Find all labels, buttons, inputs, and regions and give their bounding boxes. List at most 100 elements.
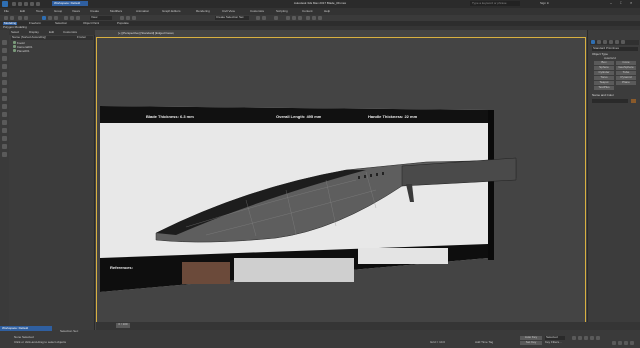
move-icon[interactable]	[64, 16, 68, 20]
viewport[interactable]: [+] [Perspective] [Standard] [Edged Face…	[96, 30, 586, 322]
ribbon-tab-object-paint[interactable]: Object Paint	[83, 22, 99, 25]
name-color-rollout[interactable]: Name and Color	[592, 94, 614, 97]
explorer-filter-xrefs-icon[interactable]	[2, 112, 7, 117]
select-by-name-icon[interactable]	[48, 16, 52, 20]
explorer-filter-helpers-icon[interactable]	[2, 88, 7, 93]
maximize-button[interactable]: □	[620, 1, 622, 5]
scene-explorer-tab-customize[interactable]: Customize	[63, 31, 77, 34]
hierarchy-tab-icon[interactable]	[603, 40, 607, 44]
utilities-tab-icon[interactable]	[621, 40, 625, 44]
mirror-icon[interactable]	[256, 16, 260, 20]
go-to-end-icon[interactable]	[596, 336, 600, 340]
box-button[interactable]: Box	[594, 61, 614, 65]
torus-button[interactable]: Torus	[594, 76, 614, 80]
pyramid-button[interactable]: Pyramid	[616, 76, 636, 80]
workspace-selector[interactable]: Workspace: Default	[0, 326, 52, 331]
explorer-filter-groups-icon[interactable]	[2, 104, 7, 109]
search-input[interactable]: Type a keyword or phrase	[470, 1, 520, 6]
redo-toolbar-icon[interactable]	[10, 16, 14, 20]
menu-item-group[interactable]: Group	[54, 10, 62, 13]
close-button[interactable]: ×	[630, 1, 632, 5]
object-type-rollout[interactable]: Object Type	[592, 53, 608, 56]
orbit-icon[interactable]	[624, 341, 628, 345]
scene-explorer-header[interactable]: Name (Sorted Ascending) Frozen	[11, 36, 93, 40]
percent-snap-icon[interactable]	[132, 16, 136, 20]
selection-set-dropdown[interactable]: Create Selection Set	[215, 16, 249, 20]
minimize-button[interactable]: –	[610, 1, 612, 5]
explorer-find-icon[interactable]	[2, 152, 7, 157]
workspace-dropdown[interactable]: Workspace: Default	[52, 1, 88, 6]
name-column-header[interactable]: Name (Sorted Ascending)	[12, 36, 46, 39]
menu-item-modifiers[interactable]: Modifiers	[110, 10, 122, 13]
add-time-tag-button[interactable]: Add Time Tag	[475, 341, 493, 344]
scene-explorer-tab-edit[interactable]: Edit	[49, 31, 54, 34]
snap-toggle-icon[interactable]	[120, 16, 124, 20]
rotate-icon[interactable]	[70, 16, 74, 20]
play-icon[interactable]	[584, 336, 588, 340]
new-file-icon[interactable]	[12, 2, 16, 6]
ribbon-tab-modeling[interactable]: Modeling	[3, 22, 18, 26]
undo-toolbar-icon[interactable]	[4, 16, 8, 20]
menu-item-file[interactable]: File	[4, 10, 9, 13]
menu-item-edit[interactable]: Edit	[20, 10, 25, 13]
render-frame-icon[interactable]	[312, 16, 316, 20]
curve-editor-icon[interactable]	[286, 16, 290, 20]
list-item[interactable]: Plane001	[13, 49, 30, 53]
eye-icon[interactable]	[13, 49, 16, 52]
autogrid-checkbox[interactable]: AutoGrid	[604, 57, 616, 60]
eye-icon[interactable]	[13, 45, 16, 48]
menu-item-scripting[interactable]: Scripting	[276, 10, 288, 13]
scene-explorer-tab-select[interactable]: Select	[11, 31, 19, 34]
render-setup-icon[interactable]	[306, 16, 310, 20]
align-icon[interactable]	[262, 16, 266, 20]
save-file-icon[interactable]	[24, 2, 28, 6]
set-key-button[interactable]: Set Key	[520, 341, 542, 345]
ribbon-tab-selection[interactable]: Selection	[55, 22, 67, 25]
explorer-filter-bones-icon[interactable]	[2, 120, 7, 125]
scale-icon[interactable]	[76, 16, 80, 20]
pan-icon[interactable]	[618, 341, 622, 345]
sphere-button[interactable]: Sphere	[594, 66, 614, 70]
frame-counter[interactable]: 0 / 100	[116, 323, 130, 328]
time-slider[interactable]: 0 / 100	[96, 322, 640, 330]
menu-item-civil-view[interactable]: Civil View	[222, 10, 235, 13]
menu-item-content[interactable]: Content	[302, 10, 313, 13]
undo-icon[interactable]	[30, 2, 34, 6]
signin-link[interactable]: Sign In	[540, 2, 549, 5]
explorer-filter-geometry-icon[interactable]	[2, 56, 7, 61]
explorer-filter-spacewarps-icon[interactable]	[2, 96, 7, 101]
ribbon-tab-populate[interactable]: Populate	[117, 22, 129, 25]
maximize-viewport-icon[interactable]	[630, 341, 634, 345]
next-frame-icon[interactable]	[590, 336, 594, 340]
menu-item-views[interactable]: Views	[72, 10, 80, 13]
key-mode-dropdown[interactable]: Selected	[545, 336, 565, 340]
redo-icon[interactable]	[36, 2, 40, 6]
geosphere-button[interactable]: GeoSphere	[616, 66, 636, 70]
view-dropdown[interactable]: View	[90, 16, 112, 20]
menu-item-rendering[interactable]: Rendering	[196, 10, 210, 13]
plane-button[interactable]: Plane	[616, 81, 636, 85]
textplus-button[interactable]: TextPlus	[594, 86, 614, 90]
render-icon[interactable]	[318, 16, 322, 20]
ribbon-tab-freeform[interactable]: Freeform	[29, 22, 41, 25]
unlink-icon[interactable]	[24, 16, 28, 20]
frozen-column-header[interactable]: Frozen	[77, 36, 86, 39]
tube-button[interactable]: Tube	[616, 71, 636, 75]
eye-icon[interactable]	[13, 41, 16, 44]
motion-tab-icon[interactable]	[609, 40, 613, 44]
auto-key-button[interactable]: Auto Key	[520, 336, 542, 340]
primitive-type-dropdown[interactable]: Standard Primitives	[592, 47, 638, 51]
object-color-swatch[interactable]	[631, 99, 636, 103]
menu-item-graph-editors[interactable]: Graph Editors	[162, 10, 181, 13]
menu-item-tools[interactable]: Tools	[36, 10, 43, 13]
angle-snap-icon[interactable]	[126, 16, 130, 20]
rectangle-selection-icon[interactable]	[54, 16, 58, 20]
object-name-field[interactable]	[592, 99, 628, 103]
explorer-filter-none-icon[interactable]	[2, 136, 7, 141]
go-to-start-icon[interactable]	[572, 336, 576, 340]
explorer-display-icon[interactable]	[2, 48, 7, 53]
menu-item-customize[interactable]: Customize	[250, 10, 264, 13]
scene-explorer-tab-display[interactable]: Display	[29, 31, 39, 34]
cone-button[interactable]: Cone	[616, 61, 636, 65]
zoom-icon[interactable]	[612, 341, 616, 345]
